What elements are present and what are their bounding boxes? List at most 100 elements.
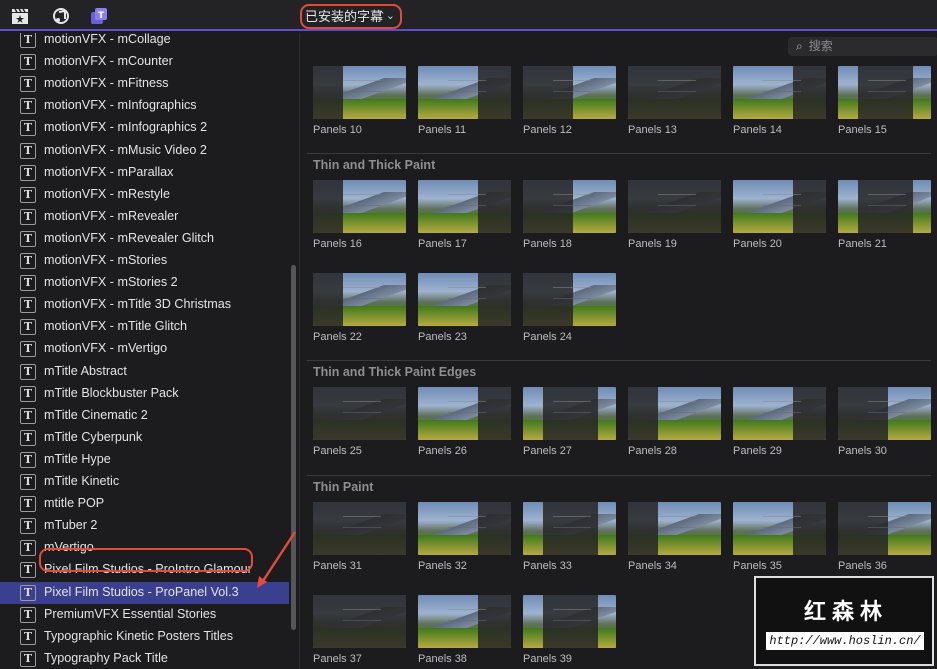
sidebar-item[interactable]: TmotionVFX - mMusic Video 2 [0, 140, 289, 162]
title-thumbnail[interactable] [418, 595, 511, 648]
sidebar-item-label: mTitle Kinetic [44, 474, 120, 488]
sidebar-item[interactable]: T Pixel Film Studios - ProPanel Vol.3 [0, 581, 289, 604]
title-thumbnail[interactable] [313, 273, 406, 326]
sidebar-item[interactable]: TmotionVFX - mStories [0, 250, 289, 272]
section-header: Thin and Thick Paint Edges [313, 365, 477, 379]
sidebar-item[interactable]: T Typographic Kinetic Posters Titles [0, 626, 289, 648]
search-placeholder: 搜索 [808, 39, 833, 53]
sidebar-item[interactable]: T Typography Pack Title [0, 648, 289, 669]
thumbnail-label: Panels 24 [523, 331, 572, 343]
title-thumbnail[interactable] [628, 387, 721, 440]
sidebar-item[interactable]: TmotionVFX - mRevealer Glitch [0, 228, 289, 250]
title-thumbnail[interactable] [838, 66, 931, 119]
titles-generators-icon[interactable]: T [89, 6, 109, 26]
sidebar-item-label: mTitle Cinematic 2 [44, 407, 148, 422]
sidebar-item[interactable]: TmotionVFX - mVertigo [0, 338, 289, 360]
sidebar-item[interactable]: TmTitle Cinematic 2 [0, 405, 289, 427]
thumbnail-label: Panels 21 [838, 238, 887, 250]
title-icon: T [20, 253, 36, 269]
section-header: Thin and Thick Paint [313, 158, 436, 172]
title-thumbnail[interactable] [523, 387, 616, 440]
thumbnail-label: Panels 18 [523, 238, 572, 250]
sidebar-item-label: mTitle Cyberpunk [44, 429, 143, 444]
title-thumbnail[interactable] [523, 66, 616, 119]
title-thumbnail[interactable] [628, 66, 721, 119]
sidebar-item[interactable]: TmotionVFX - mCounter [0, 51, 289, 73]
sidebar-item[interactable]: TmotionVFX - mFitness [0, 73, 289, 95]
title-thumbnail[interactable] [628, 502, 721, 555]
sidebar-item[interactable]: TmotionVFX - mTitle 3D Christmas [0, 294, 289, 316]
title-thumbnail[interactable] [418, 273, 511, 326]
title-thumbnail[interactable] [313, 180, 406, 233]
sidebar-item-label: motionVFX - mStories [44, 253, 168, 267]
title-icon: T [20, 650, 36, 667]
annotation-arrow [257, 531, 297, 588]
title-icon: T [20, 628, 36, 645]
title-thumbnail[interactable] [628, 180, 721, 233]
title-thumbnail[interactable] [313, 595, 406, 648]
title-thumbnail[interactable] [523, 502, 616, 555]
title-thumbnail[interactable] [733, 502, 826, 555]
sidebar-item-label: mTitle Blockbuster Pack [44, 385, 179, 400]
svg-text:T: T [98, 11, 105, 21]
sidebar-item[interactable]: T PremiumVFX Essential Stories [0, 604, 289, 626]
sidebar-item[interactable]: Tmtitle POP [0, 493, 289, 515]
title-thumbnail[interactable] [733, 180, 826, 233]
title-icon: T [20, 76, 36, 93]
sidebar-item[interactable]: TmotionVFX - mParallax [0, 162, 289, 184]
sidebar-item-label: mTitle Hype [44, 451, 111, 466]
sidebar-item[interactable]: TmotionVFX - mRevealer [0, 206, 289, 228]
sidebar-item[interactable]: TmotionVFX - mInfographics [0, 95, 289, 117]
sidebar-item-label: motionVFX - mRevealer [44, 208, 179, 223]
title-thumbnail[interactable] [733, 66, 826, 119]
sidebar-item[interactable]: TmTitle Abstract [0, 361, 289, 383]
toolbar: T 已安装的字幕 ⌃⌄ [0, 0, 937, 31]
thumbnail-label: Panels 14 [733, 124, 782, 136]
section-divider [307, 475, 931, 476]
title-thumbnail[interactable] [523, 180, 616, 233]
music-photo-icon[interactable] [51, 6, 71, 26]
sidebar-item[interactable]: TmTitle Hype [0, 449, 289, 471]
title-thumbnail[interactable] [313, 387, 406, 440]
sidebar-item-label: motionVFX - mMusic Video 2 [44, 142, 207, 157]
title-thumbnail[interactable] [523, 595, 616, 648]
sidebar-item-label: Typographic Kinetic Posters Titles [44, 628, 233, 643]
thumbnail-label: Panels 38 [418, 653, 467, 665]
browser-grid: ⌕ 搜索 Panels 10 Panels 11 Panels 12 Panels 13… [301, 33, 937, 669]
sidebar-item[interactable]: TmTitle Cyberpunk [0, 427, 289, 449]
title-thumbnail[interactable] [313, 502, 406, 555]
title-icon: T [20, 297, 36, 314]
search-input[interactable]: ⌕ 搜索 [788, 37, 937, 56]
title-icon: T [20, 363, 36, 380]
title-icon: T [20, 562, 36, 579]
sidebar-item[interactable]: TmotionVFX - mCollage [0, 33, 289, 51]
sidebar-item[interactable]: TmotionVFX - mRestyle [0, 184, 289, 206]
sidebar-item[interactable]: TmTuber 2 [0, 515, 289, 537]
thumbnail-label: Panels 29 [733, 445, 782, 457]
clapper-icon[interactable] [10, 6, 30, 26]
thumbnail-label: Panels 13 [628, 124, 677, 136]
sidebar-item-label: motionVFX - mFitness [44, 76, 169, 91]
library-dropdown[interactable]: 已安装的字幕 ⌃⌄ [300, 4, 402, 29]
title-thumbnail[interactable] [838, 180, 931, 233]
title-thumbnail[interactable] [523, 273, 616, 326]
title-icon: T [20, 429, 36, 446]
sidebar-item[interactable]: TmotionVFX - mStories 2 [0, 272, 289, 294]
title-thumbnail[interactable] [838, 502, 931, 555]
sidebar-item[interactable]: TmTitle Blockbuster Pack [0, 383, 289, 405]
title-thumbnail[interactable] [418, 180, 511, 233]
thumbnail-label: Panels 20 [733, 238, 782, 250]
title-icon: T [20, 385, 36, 402]
sidebar-item[interactable]: TmotionVFX - mInfographics 2 [0, 117, 289, 139]
sidebar-item[interactable]: TmTitle Kinetic [0, 471, 289, 493]
title-thumbnail[interactable] [838, 387, 931, 440]
title-thumbnail[interactable] [418, 387, 511, 440]
title-thumbnail[interactable] [733, 387, 826, 440]
title-icon: T [20, 451, 36, 468]
title-icon: T [20, 496, 36, 513]
title-thumbnail[interactable] [418, 66, 511, 119]
title-icon: T [20, 120, 36, 137]
sidebar-item[interactable]: TmotionVFX - mTitle Glitch [0, 316, 289, 338]
title-thumbnail[interactable] [313, 66, 406, 119]
title-thumbnail[interactable] [418, 502, 511, 555]
